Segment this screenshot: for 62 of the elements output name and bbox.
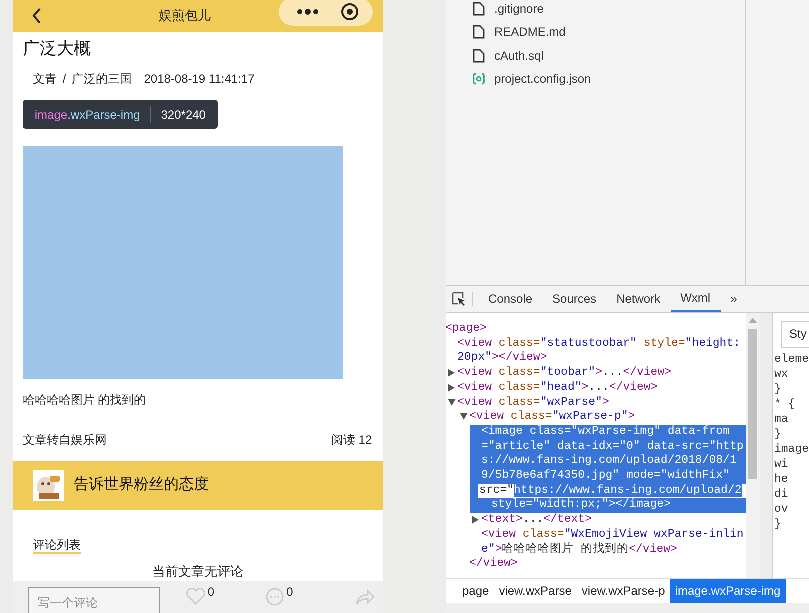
style-rule-text: * {	[774, 397, 796, 412]
file-name[interactable]: .gitignore	[494, 0, 544, 18]
more-icon[interactable]	[297, 8, 320, 16]
devtools-tab[interactable]: Network	[606, 286, 671, 312]
file-name[interactable]: README.md	[494, 23, 566, 42]
category-name: 广泛的三国	[72, 70, 132, 88]
styles-tab[interactable]: Sty	[780, 321, 809, 348]
article-title: 广泛大概	[22, 38, 92, 60]
style-rule-text: di	[774, 487, 790, 502]
read-count: 阅读 12	[331, 432, 372, 449]
scrollbar[interactable]	[746, 313, 760, 578]
devtools-tab[interactable]: Sources	[542, 286, 607, 312]
file-icon	[472, 25, 486, 40]
wxml-node[interactable]: <view class="WxEmojiView wxParse-inline">哈哈哈哈图片 的找到的</view>	[470, 528, 746, 558]
more-tabs-button[interactable]: »	[720, 286, 748, 312]
nav-title: 娱煎包儿	[159, 7, 211, 26]
wxml-node[interactable]: <view class="toobar">...</view>	[446, 366, 746, 381]
wxml-attribute-line: style="width:px;"></image>	[490, 498, 672, 514]
style-rule-text: }	[774, 517, 782, 532]
breadcrumb-item[interactable]: page	[458, 579, 494, 603]
collapsed-arrow-icon[interactable]	[472, 516, 480, 524]
style-rule-text: ov	[774, 502, 790, 517]
wxml-node[interactable]: </view>	[458, 557, 746, 572]
close-target-icon[interactable]	[341, 3, 360, 22]
wxml-node[interactable]: <view class="head">...</view>	[446, 380, 746, 396]
style-rule-text: he	[774, 472, 790, 487]
like-count: 0	[208, 584, 215, 601]
style-rule-text: }	[774, 382, 782, 397]
style-rule-text: }	[774, 427, 782, 442]
reply-count: 0	[286, 584, 294, 601]
tooltip-size: 320*240	[161, 106, 206, 124]
tooltip-selector: image.wxParse-img	[34, 106, 140, 124]
image-caption: 哈哈哈哈图片 的找到的	[22, 392, 148, 409]
post-date: 2018-08-19 11:41:17	[144, 70, 255, 88]
style-rule-text: ma	[774, 412, 790, 427]
wxml-node[interactable]: <text>...</text>	[470, 513, 746, 528]
wxml-node[interactable]: <view class="statustoobar" style="height:20px"></view>	[446, 336, 746, 366]
devtools-tab[interactable]: Console	[478, 286, 543, 312]
breadcrumb-item[interactable]: view.wxParse	[494, 579, 577, 603]
comments-heading[interactable]: 评论列表	[32, 538, 81, 554]
author-name: 文青	[32, 70, 57, 88]
breadcrumb-item[interactable]: view.wxParse-p	[576, 579, 670, 603]
banner-text: 告诉世界粉丝的态度	[74, 474, 209, 495]
json-icon	[472, 73, 486, 86]
separator: /	[62, 70, 66, 88]
file-icon	[472, 2, 486, 16]
style-rule-text: wx	[774, 367, 790, 382]
wxml-node[interactable]: <page>	[446, 322, 746, 337]
breadcrumb-item[interactable]: image.wxParse-img	[670, 579, 786, 603]
file-name[interactable]: cAuth.sql	[494, 46, 544, 65]
back-icon[interactable]	[30, 7, 43, 26]
wxml-node[interactable]: <view class="wxParse">	[446, 396, 746, 410]
source-text: 文章转自娱乐网	[22, 432, 107, 449]
file-name[interactable]: project.config.json	[494, 70, 592, 88]
style-rule-text: image	[774, 442, 809, 457]
file-icon	[472, 48, 486, 63]
inspect-icon[interactable]	[452, 292, 466, 306]
wxml-node[interactable]: <view class="wxParse-p">	[458, 410, 746, 425]
horizontal-scrollbar[interactable]	[446, 603, 809, 613]
empty-comments-text: 当前文章无评论	[152, 562, 244, 580]
style-rule-text: eleme	[774, 352, 809, 367]
style-rule-text: wi	[774, 457, 790, 472]
